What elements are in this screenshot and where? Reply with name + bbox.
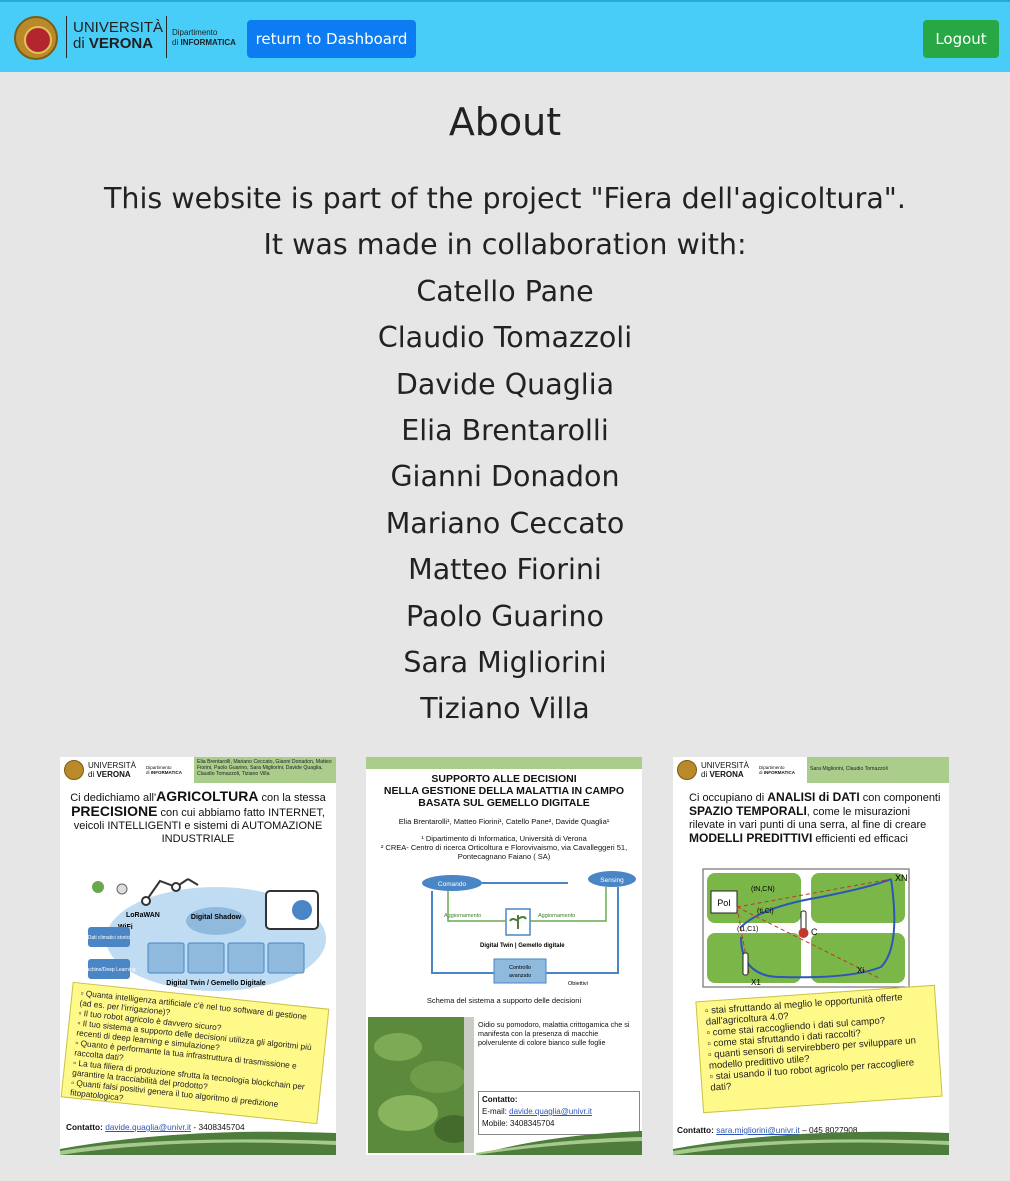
diagram-label: LoRaWAN: [126, 912, 160, 919]
poster-authors: Elia Brentarolli¹, Matteo Fiorini¹, Cate…: [398, 817, 610, 826]
poster-lead-text: Ci dedichiamo all'AGRICOLTURA con la ste…: [70, 788, 326, 845]
diagram-label: (t1,C1): [737, 926, 758, 933]
top-navbar: UNIVERSITÀ di VERONA Dipartimento di INF…: [0, 0, 1010, 72]
questions-note: Quanta intelligenza artificiale c'è nel …: [60, 981, 330, 1125]
university-seal-icon: [677, 760, 697, 780]
decision-support-diagram: Comando Sensing Aggiornamento Aggiorname…: [418, 869, 638, 989]
diagram-label: C: [811, 927, 818, 937]
poster-header: UNIVERSITÀ di VERONA Dipartimento di INFOR…: [60, 757, 336, 783]
collaborator-name: Claudio Tomazzoli: [377, 321, 633, 355]
poster-footer-wave: [476, 1131, 642, 1155]
poster-footer-wave: [673, 1131, 949, 1155]
poster-agricoltura-precisione[interactable]: UNIVERSITÀ di VERONA Dipartimento di INFOR…: [60, 757, 336, 1155]
poster-university-name: UNIVERSITÀ di VERONA: [701, 761, 750, 779]
diagram-label: X1: [751, 978, 761, 987]
poster-department-name: Dipartimento di INFORMATICA: [146, 765, 182, 775]
collaborator-name: Gianni Donadon: [390, 460, 620, 494]
diagram-label: Digital Twin / Gemello Digitale: [166, 980, 266, 987]
poster-lead-text: Ci occupiano di ANALISI di DATI con comp…: [689, 790, 941, 846]
logo-divider: [166, 16, 167, 58]
diagram-label: Aggiornamento: [444, 913, 481, 919]
plant-icon: [92, 881, 104, 893]
university-logo[interactable]: UNIVERSITÀ di VERONA Dipartimento di INF…: [14, 14, 242, 60]
thermometer-icon: [798, 928, 809, 938]
diagram-label: Sensing: [600, 877, 624, 884]
poster-footer-wave: [60, 1131, 336, 1155]
department-name: Dipartimento di INFORMATICA: [172, 28, 236, 47]
poster-department-name: Dipartimento di INFORMATICA: [759, 765, 795, 775]
collaborator-name: Matteo Fiorini: [408, 553, 602, 587]
university-seal-icon: [64, 760, 84, 780]
university-seal-icon: [14, 16, 58, 60]
collaborator-name: Mariano Ceccato: [385, 506, 625, 540]
poster-affiliations: ¹ Dipartimento di Informatica, Universit…: [380, 834, 628, 861]
collaborator-name: Catello Pane: [416, 274, 594, 308]
diagram-label: Obiettivi: [568, 981, 588, 987]
poster-header: UNIVERSITÀ di VERONA Dipartimento di INFOR…: [673, 757, 949, 783]
digital-twin-diagram: Digital Shadow LoRaWAN WiFi Dati climati…: [68, 867, 330, 995]
about-intro-line: It was made in collaboration with:: [263, 228, 747, 262]
collaborator-name: Davide Quaglia: [395, 367, 615, 401]
contact-email: davide.quaglia@univr.it: [509, 1107, 592, 1116]
diagram-caption: Schema del sistema a supporto delle deci…: [426, 996, 582, 1005]
logo-divider: [66, 16, 67, 58]
diagram-label: Machine/Deep Learning: [82, 967, 135, 973]
collaborator-name: Elia Brentarolli: [401, 414, 609, 448]
about-text: This website is part of the project "Fie…: [0, 176, 1010, 733]
poster-analisi-dati[interactable]: UNIVERSITÀ di VERONA Dipartimento di INFOR…: [673, 757, 949, 1155]
poster-supporto-decisioni[interactable]: SUPPORTO ALLE DECISIONI NELLA GESTIONE D…: [366, 757, 642, 1155]
diagram-label: (tN,CN): [751, 886, 775, 893]
poster-authors: Elia Brentarolli, Mariano Ceccato, Giann…: [194, 757, 336, 783]
diagram-label: Digital Twin | Gemello digitale: [480, 943, 565, 949]
diagram-label: Controllo: [509, 965, 531, 971]
collaborator-name: Paolo Guarino: [406, 599, 604, 633]
greenhouse-diagram: PoI XN (tN,CN) (ti,Ci) (t1,C1) C X1 Xi: [701, 867, 911, 989]
diagram-label: Dati climatici storici: [88, 935, 131, 941]
diagram-label: Comando: [438, 881, 467, 888]
university-name: UNIVERSITÀ di VERONA: [73, 19, 164, 52]
questions-note: stai sfruttando al meglio le opportunità…: [695, 984, 943, 1114]
photo-description: Oidio su pomodoro, malattia crittogamica…: [478, 1020, 630, 1047]
diagram-label: Digital Shadow: [191, 914, 242, 921]
page-title: About: [448, 100, 562, 144]
diagram-label: (ti,Ci): [757, 908, 774, 915]
poster-title: SUPPORTO ALLE DECISIONI NELLA GESTIONE D…: [383, 773, 625, 809]
diagram-label: Aggiornamento: [538, 913, 575, 919]
diagram-label: Xi: [857, 966, 864, 975]
diagram-label: XN: [895, 873, 908, 883]
about-intro-line: This website is part of the project "Fie…: [104, 182, 906, 215]
diagram-label: PoI: [717, 898, 731, 908]
return-to-dashboard-button[interactable]: return to Dashboard: [247, 20, 416, 58]
collaborator-name: Tiziano Villa: [420, 692, 590, 726]
logout-button[interactable]: Logout: [923, 20, 999, 58]
poster-university-name: UNIVERSITÀ di VERONA: [88, 761, 137, 779]
poster-header-band: [366, 757, 642, 769]
poster-authors: Sara Migliorini, Claudio Tomazzoli: [807, 757, 949, 783]
diagram-label: avanzato: [509, 973, 531, 979]
collaborator-name: Sara Migliorini: [403, 646, 607, 680]
